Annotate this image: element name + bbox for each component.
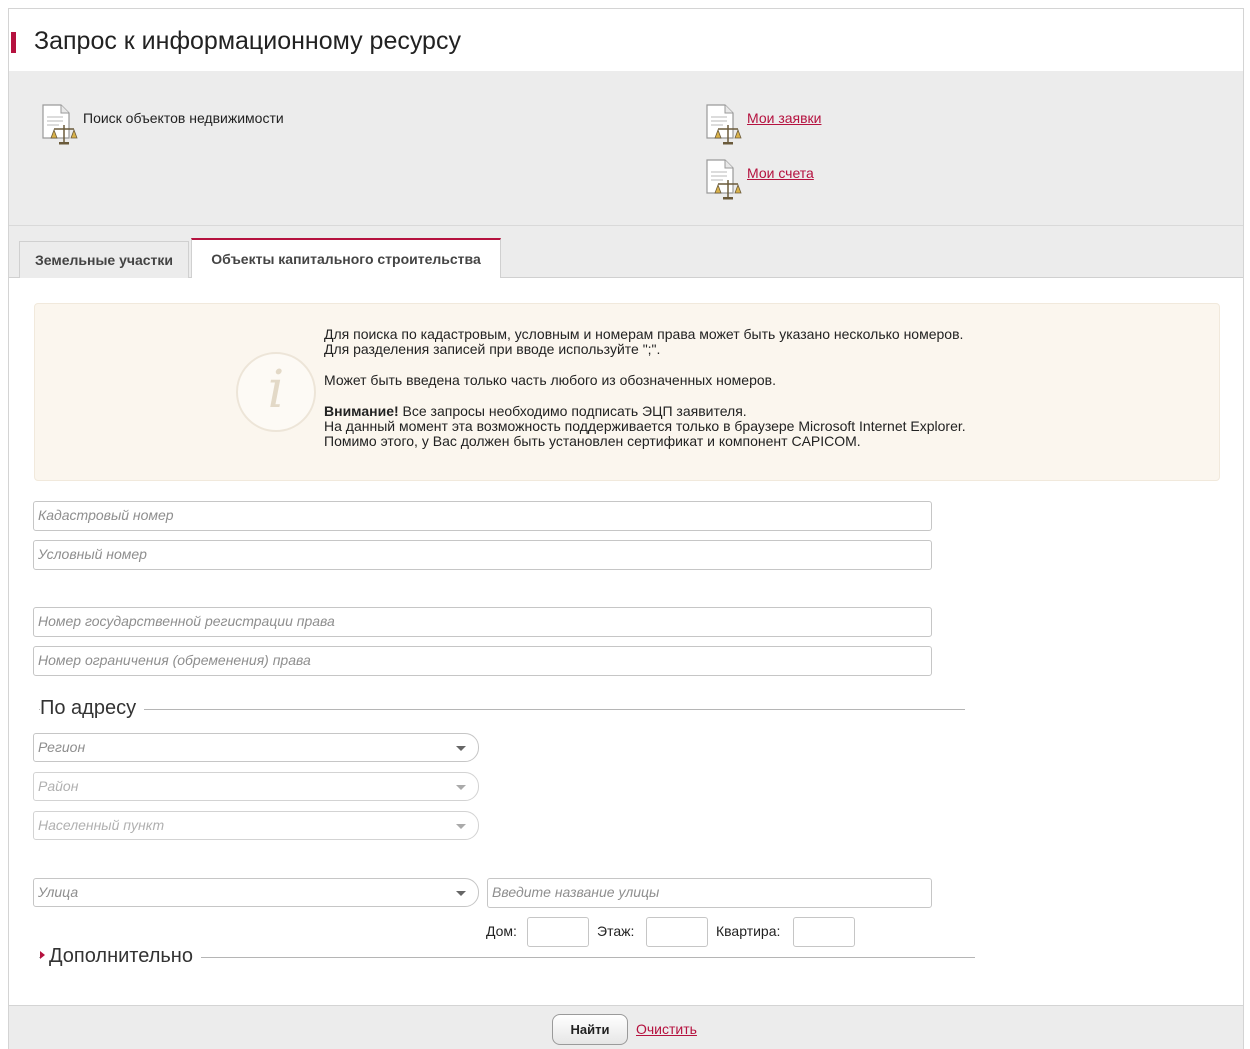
search-link[interactable]: Поиск объектов недвижимости <box>39 102 284 146</box>
floor-input[interactable] <box>646 917 708 947</box>
address-section-title: По адресу <box>40 697 145 720</box>
dropdown-caret-icon <box>456 824 466 829</box>
find-button[interactable]: Найти <box>552 1014 628 1045</box>
expand-triangle-icon <box>40 950 45 959</box>
my-requests-link-label[interactable]: Мои заявки <box>747 110 821 126</box>
floor-label: Этаж: <box>597 923 635 939</box>
document-scales-icon <box>39 102 81 146</box>
my-bills-link[interactable]: Мои счета <box>703 157 814 201</box>
dropdown-caret-icon <box>456 746 466 751</box>
dropdown-caret-icon <box>456 891 466 896</box>
page-title: Запрос к информационному ресурсу <box>34 27 461 55</box>
district-select-value: Район <box>38 778 79 794</box>
document-scales-icon <box>703 157 745 201</box>
tabs-bar: Земельные участки Объекты капитального с… <box>9 226 1243 278</box>
locality-select-value: Населенный пункт <box>38 817 165 833</box>
conditional-number-input[interactable]: Условный номер <box>33 540 932 570</box>
warning-text: Все запросы необходимо подписать ЭЦП зая… <box>398 403 747 419</box>
street-select[interactable]: Улица <box>33 878 479 907</box>
info-line: Помимо этого, у Вас должен быть установл… <box>324 433 861 449</box>
region-select-value: Регион <box>38 739 86 755</box>
address-divider <box>39 709 965 710</box>
page: Запрос к информационному ресурсу Поиск о <box>8 8 1244 1049</box>
tab-capital-construction[interactable]: Объекты капитального строительства <box>191 238 501 278</box>
clear-link[interactable]: Очистить <box>636 1021 697 1037</box>
apartment-label: Квартира: <box>716 923 781 939</box>
cadastral-number-input[interactable]: Кадастровый номер <box>33 501 932 531</box>
footer-bar: Найти Очистить <box>9 1005 1243 1049</box>
warning-label: Внимание! <box>324 403 399 419</box>
title-accent-bar <box>11 32 16 53</box>
street-name-input[interactable]: Введите название улицы <box>487 878 932 908</box>
info-line: На данный момент эта возможность поддерж… <box>324 418 966 434</box>
info-icon: i <box>236 352 316 432</box>
apartment-input[interactable] <box>793 917 855 947</box>
document-scales-icon <box>703 102 745 146</box>
extra-section-title: Дополнительно <box>49 945 193 967</box>
my-requests-link[interactable]: Мои заявки <box>703 102 821 146</box>
extra-section-toggle[interactable]: Дополнительно <box>40 945 201 968</box>
info-line: Может быть введена только часть любого и… <box>324 372 776 388</box>
tab-land-plots[interactable]: Земельные участки <box>19 241 189 278</box>
info-box: i Для поиска по кадастровым, условным и … <box>34 303 1220 481</box>
page-header: Запрос к информационному ресурсу <box>9 9 1243 71</box>
state-registration-number-input[interactable]: Номер государственной регистрации права <box>33 607 932 637</box>
restriction-number-input[interactable]: Номер ограничения (обременения) права <box>33 646 932 676</box>
links-panel: Поиск объектов недвижимости Мои заявки М… <box>9 71 1243 226</box>
street-select-value: Улица <box>38 884 79 900</box>
info-line: Для разделения записей при вводе использ… <box>324 341 661 357</box>
house-input[interactable] <box>527 917 589 947</box>
locality-select[interactable]: Населенный пункт <box>33 811 479 840</box>
search-link-label[interactable]: Поиск объектов недвижимости <box>83 110 284 126</box>
info-warning: Внимание! Все запросы необходимо подписа… <box>324 404 966 419</box>
info-line: Для поиска по кадастровым, условным и но… <box>324 326 964 342</box>
my-bills-link-label[interactable]: Мои счета <box>747 165 814 181</box>
district-select[interactable]: Район <box>33 772 479 801</box>
dropdown-caret-icon <box>456 785 466 790</box>
house-label: Дом: <box>486 923 517 939</box>
region-select[interactable]: Регион <box>33 733 479 762</box>
info-text: Для поиска по кадастровым, условным и но… <box>324 327 966 449</box>
